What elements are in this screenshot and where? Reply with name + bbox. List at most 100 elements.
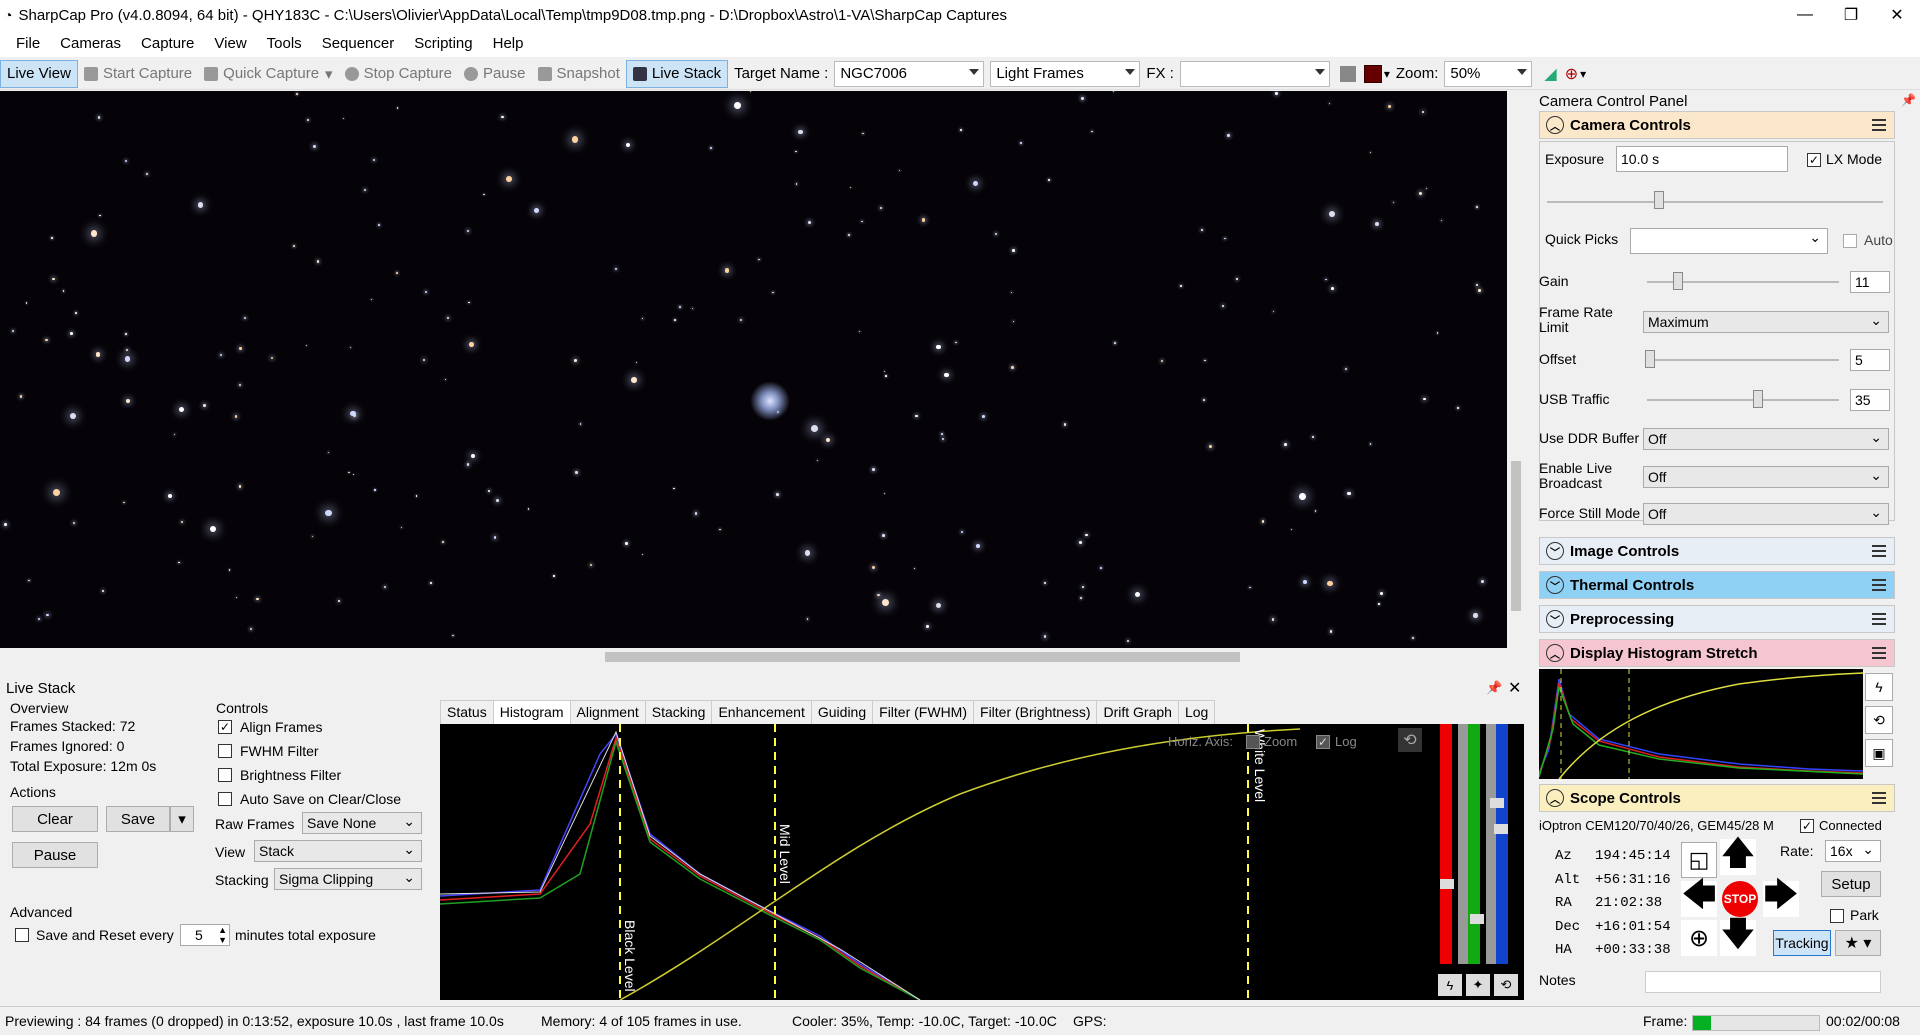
live-view-button[interactable]: Live View <box>0 59 78 88</box>
image-controls-header[interactable]: ﹀ Image Controls <box>1539 537 1895 565</box>
hamburger-icon[interactable] <box>1872 119 1886 131</box>
menu-help[interactable]: Help <box>483 35 534 52</box>
start-capture-button[interactable]: Start Capture <box>78 60 198 88</box>
arrow-left-icon[interactable]: 🡄 <box>1681 876 1717 917</box>
offset-slider[interactable] <box>1647 359 1839 361</box>
lx-mode-checkbox[interactable]: ✓ <box>1807 153 1821 167</box>
tab-filter-brightness[interactable]: Filter (Brightness) <box>973 700 1098 724</box>
menu-file[interactable]: File <box>6 35 50 52</box>
camera-controls-header[interactable]: ︿ Camera Controls <box>1539 111 1895 139</box>
brightness-filter-checkbox[interactable] <box>218 768 232 782</box>
reset-icon[interactable]: ⟲ <box>1398 728 1422 752</box>
hamburger-icon[interactable] <box>1872 792 1886 804</box>
close-button[interactable]: ✕ <box>1874 0 1920 30</box>
tab-drift-graph[interactable]: Drift Graph <box>1096 700 1179 724</box>
reset-icon[interactable]: ⟲ <box>1865 706 1893 734</box>
auto-checkbox[interactable] <box>1843 234 1857 248</box>
quick-capture-button[interactable]: Quick Capture ▾ <box>198 60 338 88</box>
fx-select[interactable] <box>1179 60 1330 87</box>
sparkle-icon[interactable]: ✦ <box>1466 974 1490 996</box>
tab-alignment[interactable]: Alignment <box>569 700 646 724</box>
auto-stretch-icon[interactable]: ϟ <box>1438 974 1462 996</box>
live-stack-button[interactable]: Live Stack <box>625 59 729 88</box>
undo-icon[interactable]: ⟲ <box>1494 974 1518 996</box>
tracking-button[interactable]: Tracking <box>1773 930 1831 956</box>
thermal-controls-header[interactable]: ﹀ Thermal Controls <box>1539 571 1895 599</box>
target-icon[interactable]: ⊕ <box>1681 920 1717 956</box>
color-icon[interactable] <box>1339 65 1356 82</box>
ccp-scrollbar[interactable] <box>1901 113 1917 1005</box>
snapshot-button[interactable]: Snapshot <box>532 60 626 88</box>
usb-traffic-slider-thumb[interactable] <box>1753 390 1763 408</box>
quick-picks-select[interactable] <box>1630 227 1828 254</box>
display-histogram-graph[interactable] <box>1538 669 1864 780</box>
tab-status[interactable]: Status <box>440 700 494 724</box>
align-frames-checkbox[interactable]: ✓ <box>218 720 232 734</box>
menu-scripting[interactable]: Scripting <box>404 35 482 52</box>
stop-capture-button[interactable]: Stop Capture <box>339 60 458 88</box>
clear-button[interactable]: Clear <box>12 806 98 832</box>
offset-slider-thumb[interactable] <box>1645 350 1655 368</box>
arrow-right-icon[interactable]: 🡆 <box>1763 876 1799 917</box>
force-still-select[interactable]: Off <box>1643 502 1889 525</box>
usb-traffic-slider[interactable] <box>1647 399 1839 401</box>
ddr-buffer-select[interactable]: Off <box>1643 427 1889 450</box>
hamburger-icon[interactable] <box>1872 613 1886 625</box>
hamburger-icon[interactable] <box>1872 545 1886 557</box>
menu-sequencer[interactable]: Sequencer <box>312 35 405 52</box>
hamburger-icon[interactable] <box>1872 647 1886 659</box>
histogram-icon[interactable]: ◢ <box>1544 64 1556 84</box>
display-histogram-header[interactable]: ︿ Display Histogram Stretch <box>1539 639 1895 667</box>
pin-icon[interactable]: 📌 <box>1486 680 1502 696</box>
arrow-down-icon[interactable]: 🡇 <box>1720 915 1756 956</box>
pause-stack-button[interactable]: Pause <box>12 842 98 868</box>
raw-frames-select[interactable]: Save None <box>302 811 422 834</box>
close-icon[interactable]: ✕ <box>1508 678 1521 698</box>
offset-value[interactable]: 5 <box>1850 349 1890 371</box>
image-vertical-scrollbar[interactable] <box>1507 91 1525 648</box>
park-checkbox[interactable] <box>1830 909 1844 923</box>
reticle-icon[interactable] <box>1363 64 1382 83</box>
stack-histogram[interactable]: Black Level Mid Level White Level Horiz.… <box>440 724 1524 1000</box>
save-button[interactable]: Save <box>106 806 170 832</box>
tab-log[interactable]: Log <box>1177 700 1216 724</box>
gain-value[interactable]: 11 <box>1850 271 1890 293</box>
tab-stacking[interactable]: Stacking <box>644 700 713 724</box>
usb-traffic-value[interactable]: 35 <box>1850 389 1890 411</box>
auto-save-checkbox[interactable] <box>218 792 232 806</box>
connected-checkbox[interactable]: ✓ <box>1800 819 1814 833</box>
frame-type-select[interactable]: Light Frames <box>990 60 1141 87</box>
setup-button[interactable]: Setup <box>1821 871 1881 897</box>
tab-histogram[interactable]: Histogram <box>492 700 571 724</box>
exposure-slider-thumb[interactable] <box>1654 191 1664 209</box>
rate-select[interactable]: 16x <box>1825 839 1881 862</box>
pause-button[interactable]: Pause <box>458 60 532 88</box>
view-select[interactable]: Stack <box>254 839 422 862</box>
stacking-select[interactable]: Sigma Clipping <box>274 867 422 890</box>
tab-enhancement[interactable]: Enhancement <box>711 700 812 724</box>
preprocessing-header[interactable]: ﹀ Preprocessing <box>1539 605 1895 633</box>
pin-icon[interactable]: 📌 <box>1901 93 1916 107</box>
fwhm-filter-checkbox[interactable] <box>218 744 232 758</box>
log-checkbox[interactable]: ✓ <box>1316 735 1330 749</box>
camera-image-view[interactable] <box>0 91 1507 648</box>
target-name-input[interactable]: NGC7006 <box>834 60 985 87</box>
magnifier-icon[interactable]: ⊕ <box>1565 64 1578 84</box>
auto-stretch-icon[interactable]: ϟ <box>1865 673 1893 701</box>
menu-cameras[interactable]: Cameras <box>50 35 131 52</box>
star-icon[interactable]: ★ ▾ <box>1835 930 1881 956</box>
minimize-button[interactable]: — <box>1782 0 1828 30</box>
zoom-select[interactable]: 50% <box>1444 60 1533 87</box>
arrow-up-icon[interactable]: 🡅 <box>1720 834 1756 875</box>
menu-capture[interactable]: Capture <box>131 35 204 52</box>
notes-input[interactable] <box>1645 971 1881 993</box>
frame-rate-select[interactable]: Maximum <box>1643 310 1889 333</box>
live-broadcast-select[interactable]: Off <box>1643 465 1889 488</box>
menu-tools[interactable]: Tools <box>257 35 312 52</box>
image-horizontal-scrollbar[interactable] <box>0 648 1507 666</box>
menu-view[interactable]: View <box>204 35 256 52</box>
tab-guiding[interactable]: Guiding <box>810 700 874 724</box>
gain-slider-thumb[interactable] <box>1673 272 1683 290</box>
exposure-slider[interactable] <box>1547 201 1883 203</box>
exposure-input[interactable]: 10.0 s <box>1616 146 1788 172</box>
